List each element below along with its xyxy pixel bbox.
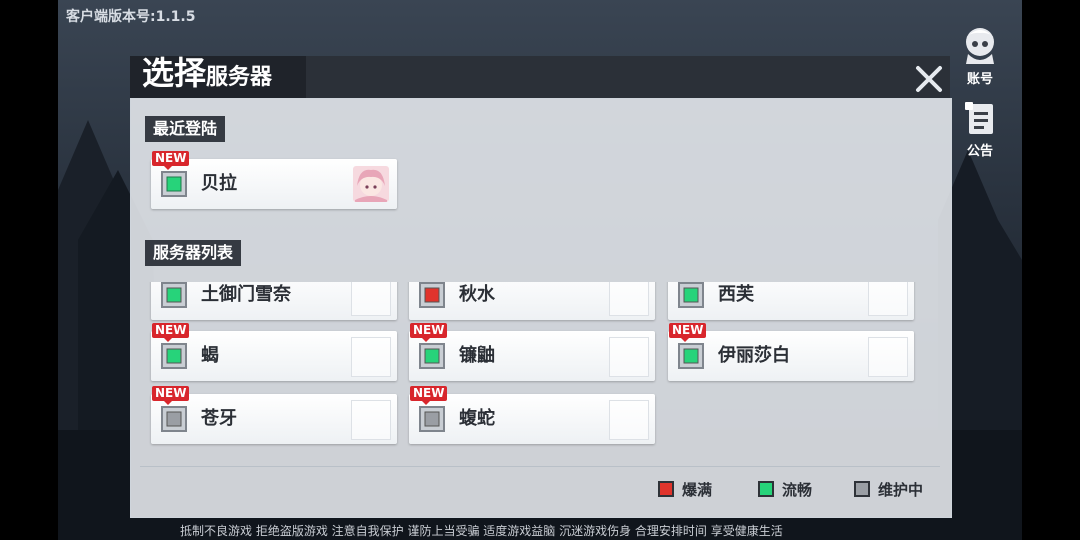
account-label: 账号	[966, 72, 993, 87]
new-badge: NEW	[669, 323, 707, 342]
legend-full-swatch	[658, 481, 674, 497]
legend-smooth: 流畅	[758, 478, 812, 500]
recent-server-card[interactable]: NEW 贝拉	[151, 151, 397, 209]
server-list[interactable]: 土御门雪奈 秋水 西芙蝎 NEW 镰鼬 NEW 伊丽莎白 NEW 苍牙 NEW 蝮蛇 NEW	[146, 282, 936, 452]
server-card[interactable]: 秋水	[409, 282, 655, 320]
server-name: 西芙	[718, 284, 754, 305]
server-name: 镰鼬	[459, 345, 495, 366]
server-name: 土御门雪奈	[201, 284, 291, 305]
health-notice: 抵制不良游戏 拒绝盗版游戏 注意自我保护 谨防上当受骗 适度游戏益脑 沉迷游戏伤…	[180, 524, 783, 538]
avatar-slot	[351, 337, 391, 377]
new-badge: NEW	[152, 151, 190, 170]
server-status-icon	[161, 343, 187, 369]
notice-icon	[965, 102, 993, 134]
server-status-icon	[678, 343, 704, 369]
server-status-icon	[678, 282, 704, 308]
server-name: 苍牙	[201, 408, 237, 429]
server-name: 伊丽莎白	[718, 345, 790, 366]
avatar-slot	[868, 282, 908, 316]
server-list-label: 服务器列表	[145, 240, 242, 266]
title-main: 选择	[142, 54, 207, 92]
avatar-slot	[351, 282, 391, 316]
server-name: 蝮蛇	[459, 408, 495, 429]
new-badge: NEW	[410, 386, 448, 405]
server-name: 贝拉	[201, 173, 237, 194]
notice-label: 公告	[966, 144, 993, 159]
recent-section-label: 最近登陆	[145, 116, 226, 142]
character-avatar	[353, 166, 389, 202]
divider	[140, 466, 940, 467]
server-status-icon	[419, 282, 445, 308]
avatar-slot	[868, 337, 908, 377]
legend-maintenance-swatch	[854, 481, 870, 497]
legend-maintenance: 维护中	[854, 478, 923, 500]
server-name: 秋水	[459, 284, 495, 305]
legend-smooth-swatch	[758, 481, 774, 497]
legend-maintenance-label: 维护中	[878, 480, 924, 499]
avatar-slot	[609, 337, 649, 377]
server-status-icon	[419, 343, 445, 369]
server-card[interactable]: 伊丽莎白 NEW	[668, 323, 914, 381]
avatar-slot	[351, 400, 391, 440]
new-badge: NEW	[152, 386, 190, 405]
new-badge: NEW	[410, 323, 448, 342]
dialog-title: 选择服务器	[142, 48, 272, 94]
close-icon[interactable]	[914, 64, 944, 94]
server-card[interactable]: 西芙	[668, 282, 914, 320]
title-sub: 服务器	[206, 65, 273, 90]
avatar-slot	[609, 400, 649, 440]
legend-full: 爆满	[658, 478, 712, 500]
new-badge: NEW	[152, 323, 190, 342]
avatar-slot	[609, 282, 649, 316]
client-version: 客户端版本号:1.1.5	[66, 9, 196, 25]
server-name: 蝎	[201, 345, 219, 366]
server-card[interactable]: 蝎 NEW	[151, 323, 397, 381]
account-icon	[966, 28, 994, 64]
server-status-icon	[161, 282, 187, 308]
server-card[interactable]: 土御门雪奈	[151, 282, 397, 320]
server-card[interactable]: 苍牙 NEW	[151, 386, 397, 444]
legend-full-label: 爆满	[682, 480, 713, 499]
server-card[interactable]: 蝮蛇 NEW	[409, 386, 655, 444]
server-status-icon	[161, 171, 187, 197]
server-status-icon	[161, 406, 187, 432]
account-button[interactable]: 账号	[956, 24, 1004, 87]
notice-button[interactable]: 公告	[956, 100, 1004, 159]
server-status-icon	[419, 406, 445, 432]
legend-smooth-label: 流畅	[782, 480, 813, 499]
server-card[interactable]: 镰鼬 NEW	[409, 323, 655, 381]
